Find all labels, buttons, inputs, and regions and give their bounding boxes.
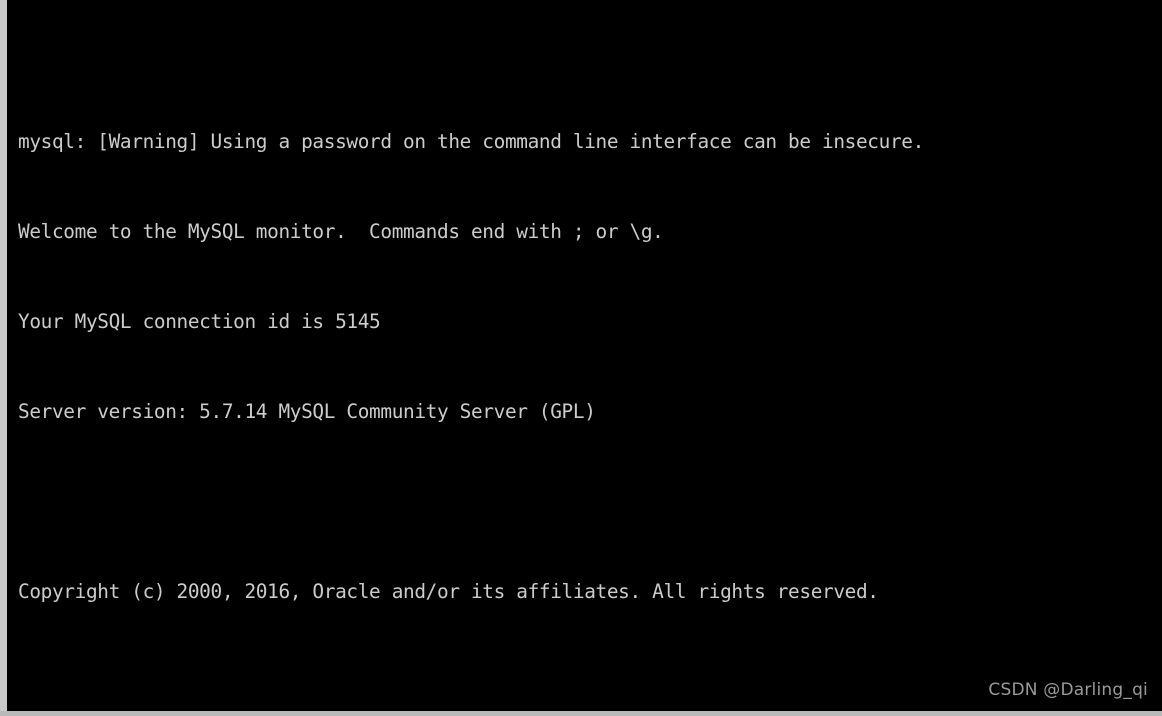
- copyright-line: Copyright (c) 2000, 2016, Oracle and/or …: [18, 580, 879, 603]
- top-clip-mask: [7, 0, 1162, 4]
- terminal-screen[interactable]: mysql: [Warning] Using a password on the…: [7, 0, 1162, 711]
- connection-id-line: Your MySQL connection id is 5145: [18, 310, 381, 333]
- window-left-border: [0, 0, 7, 716]
- window-bottom-border: [0, 711, 1162, 716]
- welcome-line: Welcome to the MySQL monitor. Commands e…: [18, 220, 664, 243]
- server-version-line: Server version: 5.7.14 MySQL Community S…: [18, 400, 596, 423]
- console-line-clipped: [18, 37, 924, 67]
- csdn-watermark: CSDN @Darling_qi: [988, 680, 1148, 700]
- terminal-window[interactable]: mysql: [Warning] Using a password on the…: [0, 0, 1162, 716]
- warning-line: mysql: [Warning] Using a password on the…: [18, 130, 924, 153]
- console-output: mysql: [Warning] Using a password on the…: [18, 0, 924, 711]
